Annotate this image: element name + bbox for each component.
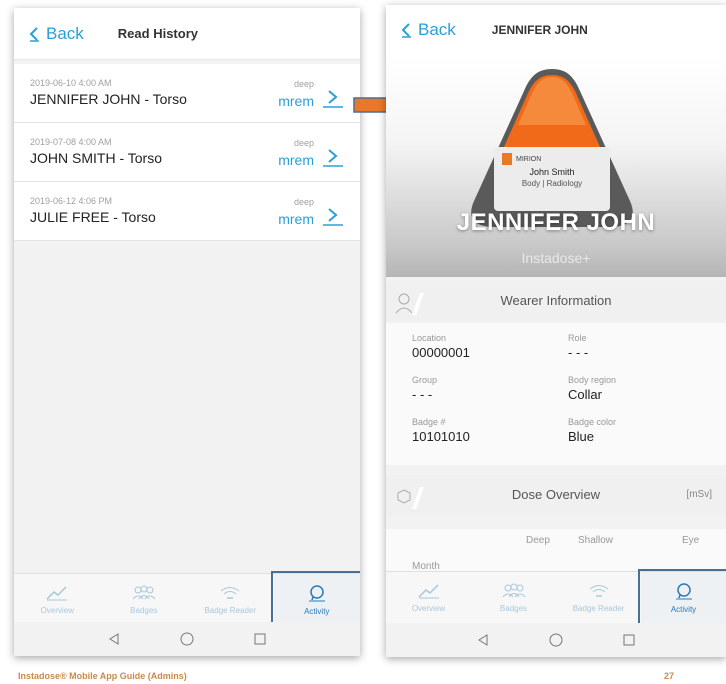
nav-badges[interactable]: Badges bbox=[471, 572, 556, 623]
wearer-info-header: Wearer Information bbox=[386, 281, 726, 321]
recents-square-icon[interactable] bbox=[622, 633, 636, 647]
badge-number-field: Badge # 10101010 bbox=[412, 417, 470, 444]
page-title: Read History bbox=[117, 26, 198, 41]
page-title: JENNIFER JOHN bbox=[491, 23, 588, 37]
chevron-left-icon bbox=[401, 23, 411, 38]
trend-line-icon bbox=[417, 583, 439, 598]
system-nav-bar bbox=[386, 623, 726, 657]
dose-unit: mrem bbox=[278, 93, 314, 109]
bottom-nav: Overview Badges Badge Reader Activity bbox=[386, 569, 726, 626]
field-value: 00000001 bbox=[412, 345, 470, 360]
chevron-right-icon[interactable] bbox=[322, 206, 344, 226]
back-label: Back bbox=[418, 20, 456, 39]
nav-label: Badge Reader bbox=[572, 603, 625, 613]
wifi-signal-icon bbox=[220, 586, 240, 599]
badge-color-field: Badge color Blue bbox=[568, 417, 616, 444]
nav-badge-reader[interactable]: Badge Reader bbox=[556, 572, 641, 623]
back-triangle-icon[interactable] bbox=[476, 633, 490, 647]
device-model: Instadose+ bbox=[521, 250, 591, 266]
people-group-icon bbox=[132, 585, 156, 599]
field-label: Body region bbox=[568, 375, 617, 385]
field-value: - - - bbox=[568, 345, 589, 360]
column-header: Shallow bbox=[578, 535, 614, 546]
column-header: Eye bbox=[682, 535, 700, 546]
top-bar: Back JENNIFER JOHN bbox=[386, 5, 726, 55]
system-nav-bar bbox=[14, 622, 360, 656]
badge-device-image: MIRION John Smith Body | Radiology bbox=[471, 69, 633, 227]
field-label: Role bbox=[568, 333, 587, 343]
field-value: Collar bbox=[568, 387, 602, 402]
field-label: Location bbox=[412, 333, 447, 343]
field-label: Group bbox=[412, 375, 438, 385]
dose-unit-label: [mSv] bbox=[686, 489, 712, 500]
wifi-signal-icon bbox=[589, 584, 608, 597]
top-bar: Back Read History bbox=[14, 8, 360, 60]
speech-bubble-icon bbox=[675, 582, 692, 599]
document-footer-title: Instadose® Mobile App Guide (Admins) bbox=[18, 671, 187, 681]
home-circle-icon[interactable] bbox=[179, 631, 195, 647]
section-title: Wearer Information bbox=[500, 293, 612, 308]
field-label: Badge # bbox=[412, 417, 446, 427]
nav-overview[interactable]: Overview bbox=[14, 574, 101, 625]
badge-wearer: John Smith bbox=[529, 167, 574, 177]
dose-type: deep bbox=[293, 138, 314, 148]
location-field: Location 00000001 bbox=[412, 333, 470, 360]
bottom-nav: Overview Badges Badge Reader Activity bbox=[14, 571, 360, 628]
chevron-right-icon[interactable] bbox=[322, 88, 344, 108]
dose-overview-header: Dose Overview [mSv] bbox=[386, 475, 726, 515]
field-value: 10101010 bbox=[412, 429, 470, 444]
column-header: Deep bbox=[526, 535, 550, 546]
nav-label: Badges bbox=[499, 603, 528, 613]
dose-type: deep bbox=[293, 197, 314, 207]
chevron-right-icon[interactable] bbox=[322, 147, 344, 167]
chevron-left-icon bbox=[29, 26, 39, 42]
nav-label: Activity bbox=[670, 604, 697, 614]
dose-unit: mrem bbox=[278, 152, 314, 168]
nav-overview[interactable]: Overview bbox=[386, 572, 471, 623]
nav-label: Overview bbox=[411, 603, 446, 613]
group-field: Group - - - bbox=[412, 375, 437, 402]
back-label: Back bbox=[46, 23, 84, 43]
recents-square-icon[interactable] bbox=[253, 632, 267, 646]
list-item[interactable]: 2019-07-08 4:00 AM JOHN SMITH - Torso de… bbox=[14, 123, 360, 182]
role-field: Role - - - bbox=[568, 333, 588, 360]
wearer-detail-screen: Back JENNIFER JOHN MIRION John Smith Bod… bbox=[386, 5, 726, 657]
read-history-list: 2019-06-10 4:00 AM JENNIFER JOHN - Torso… bbox=[14, 64, 360, 241]
back-button[interactable]: Back bbox=[28, 24, 84, 44]
page-number: 27 bbox=[664, 671, 675, 681]
nav-activity[interactable]: Activity bbox=[638, 569, 726, 626]
nav-label: Badges bbox=[130, 605, 158, 615]
nav-label: Badge Reader bbox=[204, 605, 257, 615]
badge-brand: MIRION bbox=[516, 156, 541, 163]
badge-hero: MIRION John Smith Body | Radiology JENNI… bbox=[386, 55, 726, 277]
badge-line2: Body | Radiology bbox=[522, 179, 582, 188]
field-value: - - - bbox=[412, 387, 433, 402]
back-button[interactable]: Back bbox=[400, 20, 456, 40]
nav-label: Activity bbox=[304, 606, 330, 616]
body-region-field: Body region Collar bbox=[568, 375, 616, 402]
home-circle-icon[interactable] bbox=[548, 632, 564, 648]
dose-table: Deep Shallow Eye Month bbox=[386, 529, 726, 573]
dose-type: deep bbox=[293, 79, 314, 89]
trend-line-icon bbox=[46, 585, 68, 600]
nav-activity[interactable]: Activity bbox=[270, 571, 360, 628]
list-item[interactable]: 2019-06-10 4:00 AM JENNIFER JOHN - Torso… bbox=[14, 64, 360, 123]
section-title: Dose Overview bbox=[511, 487, 601, 502]
dose-unit: mrem bbox=[278, 211, 314, 227]
nav-label: Overview bbox=[40, 605, 74, 615]
people-group-icon bbox=[502, 583, 525, 597]
back-triangle-icon[interactable] bbox=[107, 632, 121, 646]
nav-badges[interactable]: Badges bbox=[101, 574, 188, 625]
field-value: Blue bbox=[568, 429, 595, 444]
speech-bubble-icon bbox=[308, 584, 325, 601]
wearer-info-panel: Location 00000001 Role - - - Group - - -… bbox=[386, 323, 726, 465]
wearer-name-heading: JENNIFER JOHN bbox=[456, 209, 656, 236]
field-label: Badge color bbox=[568, 417, 617, 427]
nav-badge-reader[interactable]: Badge Reader bbox=[187, 574, 274, 625]
read-history-screen: Back Read History 2019-06-10 4:00 AM JEN… bbox=[14, 8, 360, 656]
list-item[interactable]: 2019-06-12 4:06 PM JULIE FREE - Torso de… bbox=[14, 182, 360, 241]
